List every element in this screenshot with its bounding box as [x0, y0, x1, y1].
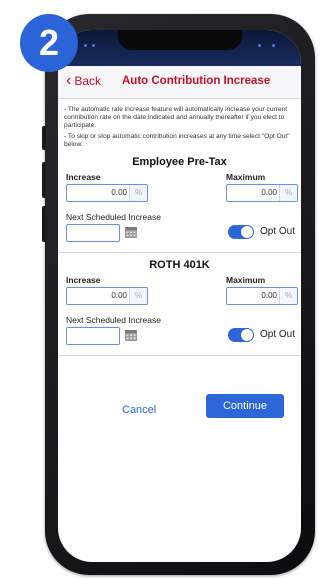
next-increase-date-input[interactable] [66, 327, 120, 345]
status-dot [258, 44, 261, 47]
notch [118, 30, 242, 50]
increase-label: Increase [66, 172, 101, 182]
maximum-value: 0.00 [261, 188, 277, 197]
maximum-label: Maximum [226, 172, 266, 182]
maximum-label: Maximum [226, 275, 266, 285]
opt-out-toggle[interactable] [228, 328, 254, 342]
opt-out-label: Opt Out [260, 329, 296, 340]
percent-suffix: % [279, 185, 297, 201]
schedule-row: Next Scheduled Increase Opt Out [64, 315, 295, 349]
action-bar: Cancel Continue [64, 392, 295, 452]
next-increase-label: Next Scheduled Increase [66, 212, 161, 222]
maximum-value: 0.00 [261, 291, 277, 300]
increase-value: 0.00 [111, 291, 127, 300]
calendar-icon[interactable] [124, 225, 138, 239]
section-title: Employee Pre-Tax [132, 156, 227, 168]
percent-suffix: % [129, 288, 147, 304]
next-increase-label: Next Scheduled Increase [66, 315, 161, 325]
status-dot [272, 44, 275, 47]
info-text-1: - The automatic rate increase feature wi… [64, 106, 288, 129]
next-increase-date-input[interactable] [66, 224, 120, 242]
info-text-2: - To skip or stop automatic contribution… [64, 133, 290, 148]
section-divider [58, 355, 301, 356]
phone-mute-button [42, 126, 46, 150]
percent-suffix: % [129, 185, 147, 201]
nav-bar: ‹ Back Auto Contribution Increase [58, 66, 301, 99]
status-dot [92, 44, 95, 47]
status-bar [58, 30, 301, 66]
maximum-input[interactable]: 0.00 % [226, 184, 298, 202]
content: - The automatic rate increase feature wi… [58, 99, 301, 452]
back-label: Back [74, 74, 102, 88]
rate-row: Increase 0.00 % Maximum 0.00 % [64, 275, 298, 315]
increase-label: Increase [66, 275, 101, 285]
phone-screen: ‹ Back Auto Contribution Increase - The … [58, 30, 301, 562]
section-roth-401k: ROTH 401K Increase 0.00 % Maximum 0.00 %… [64, 259, 298, 349]
calendar-icon[interactable] [124, 328, 138, 342]
page-title: Auto Contribution Increase [122, 75, 271, 87]
section-employee-pretax: Employee Pre-Tax Increase 0.00 % Maximum… [64, 156, 298, 246]
back-button[interactable]: ‹ Back [66, 72, 102, 89]
step-badge: 2 [20, 14, 78, 72]
increase-input[interactable]: 0.00 % [66, 184, 148, 202]
phone-volume-up-button [42, 162, 46, 198]
section-title: ROTH 401K [149, 259, 210, 271]
increase-value: 0.00 [111, 188, 127, 197]
maximum-input[interactable]: 0.00 % [226, 287, 298, 305]
continue-button[interactable]: Continue [206, 394, 284, 418]
status-dot [84, 44, 87, 47]
chevron-left-icon: ‹ [66, 72, 72, 89]
section-divider [58, 252, 301, 253]
opt-out-label: Opt Out [260, 226, 296, 237]
schedule-row: Next Scheduled Increase Opt Out [64, 212, 295, 246]
rate-row: Increase 0.00 % Maximum 0.00 % [64, 172, 298, 212]
increase-input[interactable]: 0.00 % [66, 287, 148, 305]
phone-volume-down-button [42, 206, 46, 242]
cancel-button[interactable]: Cancel [122, 404, 156, 416]
opt-out-toggle[interactable] [228, 225, 254, 239]
percent-suffix: % [279, 288, 297, 304]
